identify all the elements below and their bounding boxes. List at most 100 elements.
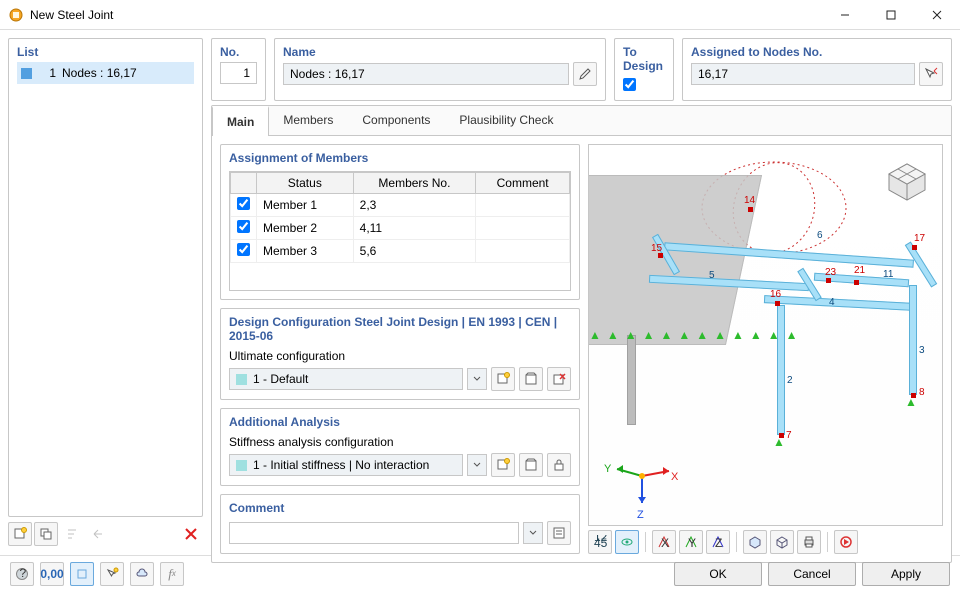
pick-node-button[interactable] [919,62,943,86]
design-delete-button[interactable] [547,367,571,391]
support-row: ▲▲▲▲▲▲▲▲▲▲▲▲ [589,328,804,342]
svg-text:Y: Y [688,536,696,549]
member-label: 11 [883,269,893,280]
col-members: Members No. [353,173,476,194]
copy-item-button[interactable] [34,522,58,546]
delete-item-button[interactable] [179,522,203,546]
table-row: Member 12,3 [231,194,570,217]
row-checkbox[interactable] [237,220,250,233]
design-dropdown[interactable]: 1 - Default [229,368,463,390]
no-field[interactable]: 1 [220,62,257,84]
table-row: Member 35,6 [231,240,570,263]
chevron-down-icon[interactable] [467,368,487,390]
col-comment: Comment [476,173,570,194]
design-library-button[interactable] [519,367,543,391]
select-button[interactable] [100,562,124,586]
view-wire-button[interactable] [770,530,794,554]
nav-cube-icon[interactable] [878,151,936,209]
stiff-library-button[interactable] [519,453,543,477]
col-status: Status [257,173,354,194]
node-label: 15 [651,243,662,254]
table-row: Member 24,11 [231,217,570,240]
todesign-checkbox[interactable] [623,78,636,91]
additional-sub: Stiffness analysis configuration [229,435,571,449]
cancel-button[interactable]: Cancel [768,562,856,586]
design-title: Design Configuration Steel Joint Design … [229,315,571,343]
node-label: 16 [770,289,781,300]
axes-icon [607,441,677,511]
model-viewport[interactable]: ▲▲▲▲▲▲▲▲▲▲▲▲ ▲ ▲ 15 14 [588,144,943,526]
assignment-section: Assignment of Members Status Members No.… [220,144,580,300]
column [627,335,636,425]
no-label: No. [220,45,257,59]
svg-text:X: X [661,536,669,549]
assignment-table[interactable]: Status Members No. Comment Member 12,3 M… [230,172,570,263]
formula-button[interactable]: fx [160,562,184,586]
viewport-toolbar: 123456 X Y Z [588,526,943,554]
design-sub: Ultimate configuration [229,349,571,363]
view-reset-button[interactable] [834,530,858,554]
comment-field[interactable] [229,522,519,544]
chevron-down-icon[interactable] [467,454,487,476]
comment-note-button[interactable] [547,521,571,545]
view-z-button[interactable]: Z [706,530,730,554]
minimize-button[interactable] [822,0,868,30]
close-button[interactable] [914,0,960,30]
design-section: Design Configuration Steel Joint Design … [220,308,580,400]
beam-4 [764,295,914,311]
row-checkbox[interactable] [237,243,250,256]
svg-text:456: 456 [594,536,607,549]
stiff-lock-button[interactable] [547,453,571,477]
list-item-num: 1 [38,66,56,80]
list-toolbar [8,521,203,547]
tab-main[interactable]: Main [212,106,269,136]
new-item-button[interactable] [8,522,32,546]
tab-components[interactable]: Components [348,106,445,135]
assignment-title: Assignment of Members [229,151,571,165]
cloud-button[interactable] [130,562,154,586]
view-x-button[interactable]: X [652,530,676,554]
view-show-button[interactable] [615,530,639,554]
stiff-new-button[interactable] [491,453,515,477]
stiffness-dropdown[interactable]: 1 - Initial stiffness | No interaction [229,454,463,476]
axis-x-label: X [671,471,678,483]
beam-2 [777,305,785,435]
tab-plausibility[interactable]: Plausibility Check [445,106,568,135]
tab-members[interactable]: Members [269,106,348,135]
node-label: 17 [914,233,925,244]
row-checkbox[interactable] [237,197,250,210]
node-label: 7 [786,430,792,441]
svg-text:Z: Z [715,536,722,549]
member-label: 3 [919,345,925,356]
name-field[interactable]: Nodes : 16,17 [283,63,569,85]
tabs-panel: Main Members Components Plausibility Che… [211,105,952,563]
design-new-button[interactable] [491,367,515,391]
help-button[interactable]: ? [10,562,34,586]
node-label: 8 [919,387,925,398]
member-label: 6 [817,230,823,241]
units-button[interactable]: 0,00 [40,562,64,586]
view-y-button[interactable]: Y [679,530,703,554]
svg-text:?: ? [20,567,27,580]
chevron-down-icon[interactable] [523,522,543,544]
edit-name-button[interactable] [573,62,597,86]
node-label: 23 [825,267,836,278]
branch-button[interactable] [86,522,110,546]
view-joint-button[interactable] [70,562,94,586]
name-label: Name [283,45,597,59]
view-print-button[interactable] [797,530,821,554]
view-coords-button[interactable]: 123456 [588,530,612,554]
beam-3 [909,285,917,395]
view-iso-button[interactable] [743,530,767,554]
ok-button[interactable]: OK [674,562,762,586]
maximize-button[interactable] [868,0,914,30]
list-item[interactable]: 1 Nodes : 16,17 [17,62,194,84]
sort-button[interactable] [60,522,84,546]
header-row: No. 1 Name Nodes : 16,17 To Design Assig… [211,38,952,101]
assigned-field[interactable]: 16,17 [691,63,915,85]
apply-button[interactable]: Apply [862,562,950,586]
tab-strip: Main Members Components Plausibility Che… [212,106,951,136]
slab-surface [588,175,762,345]
member-label: 4 [829,297,835,308]
additional-section: Additional Analysis Stiffness analysis c… [220,408,580,486]
